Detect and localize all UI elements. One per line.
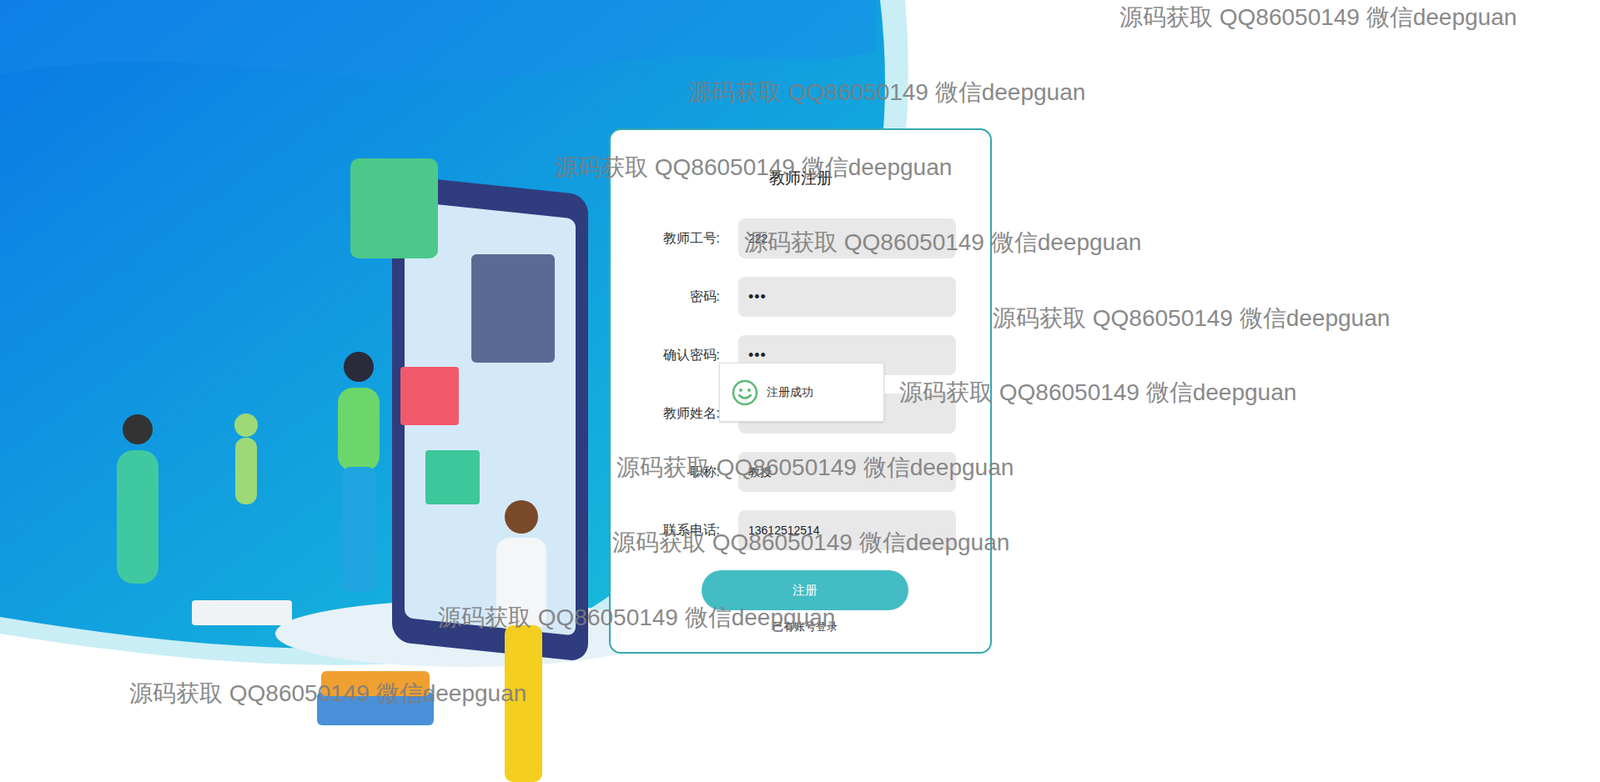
field-label: 教师姓名: bbox=[610, 403, 720, 424]
register-page: 教师注册教师工号: 222 密码: ••• 确认密码: ••• 教师姓名: 职称: 教授联系电话… bbox=[0, 0, 1600, 782]
card-title: 教师注册 bbox=[610, 168, 991, 189]
watermark: 源码获取 QQ86050149 微信deepguan bbox=[899, 378, 1297, 408]
text-input[interactable]: 222 bbox=[738, 218, 956, 259]
watermark: 源码获取 QQ86050149 微信deepguan bbox=[616, 453, 1014, 483]
form-row: 密码: ••• bbox=[610, 276, 991, 317]
text-input[interactable]: 13612512514 bbox=[738, 510, 956, 551]
toast-text: 注册成功 bbox=[766, 383, 814, 402]
watermark: 源码获取 QQ86050149 微信deepguan bbox=[129, 679, 527, 709]
field-label: 确认密码: bbox=[610, 345, 720, 366]
form-row: 联系电话: 13612512514 bbox=[610, 510, 991, 551]
watermark: 源码获取 QQ86050149 微信deepguan bbox=[554, 153, 952, 182]
watermark: 源码获取 QQ86050149 微信deepguan bbox=[992, 304, 1390, 333]
success-toast: 注册成功 bbox=[719, 362, 885, 423]
field-label: 联系电话: bbox=[610, 520, 720, 541]
register-button[interactable]: 注册 bbox=[701, 570, 909, 611]
field-label: 密码: bbox=[610, 286, 720, 307]
form-row: 教师工号: 222 bbox=[610, 218, 991, 259]
form-row: 职称: 教授 bbox=[610, 452, 991, 493]
text-input[interactable]: 教授 bbox=[738, 452, 956, 493]
login-link[interactable]: 已有账号登录 bbox=[772, 618, 838, 636]
watermark: 源码获取 QQ86050149 微信deepguan bbox=[1119, 3, 1517, 32]
field-label: 教师工号: bbox=[610, 228, 720, 249]
field-label: 职称: bbox=[610, 462, 720, 483]
password-input[interactable]: ••• bbox=[738, 276, 956, 317]
watermark: 源码获取 QQ86050149 微信deepguan bbox=[744, 228, 1142, 257]
register-card: 教师注册教师工号: 222 密码: ••• 确认密码: ••• 教师姓名: 职称: 教授联系电话… bbox=[608, 128, 992, 655]
watermark: 源码获取 QQ86050149 微信deepguan bbox=[437, 603, 836, 633]
watermark: 源码获取 QQ86050149 微信deepguan bbox=[688, 78, 1086, 107]
smile-icon bbox=[731, 379, 759, 407]
watermark: 源码获取 QQ86050149 微信deepguan bbox=[612, 528, 1010, 558]
